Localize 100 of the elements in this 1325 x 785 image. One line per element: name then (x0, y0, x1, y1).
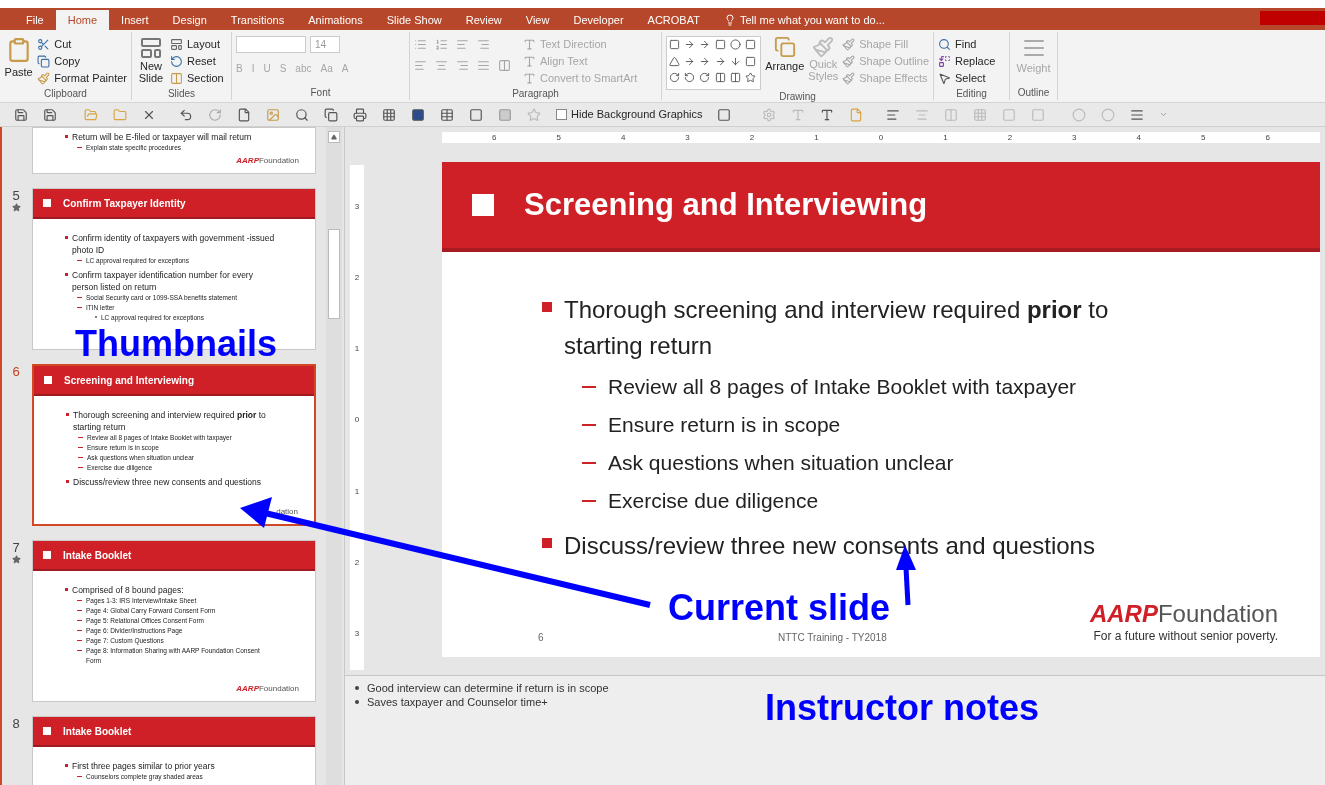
ribbon-tab[interactable]: Transitions (218, 10, 297, 30)
title-square-icon (472, 194, 494, 216)
ribbon-tab[interactable]: ACROBAT (635, 10, 712, 30)
bullet-text: Discuss/review three new consents and questions (73, 476, 262, 488)
ribbon-command[interactable]: Copy (37, 53, 127, 70)
save-as-icon[interactable] (43, 107, 57, 122)
bullet-text: Return will be E-filed or taxpayer will mail return (72, 131, 252, 143)
color-icon[interactable] (411, 107, 425, 122)
ribbon-command[interactable]: Layout (170, 36, 224, 53)
numbering-icon (435, 38, 448, 51)
text-tool-icon (523, 72, 536, 85)
thumbnail-logo: dation (276, 507, 298, 516)
shape-icon[interactable] (714, 39, 726, 50)
scrollbar-thumb[interactable] (328, 229, 340, 319)
ribbon-tab[interactable]: Review (453, 10, 514, 30)
scroll-up-icon[interactable] (328, 131, 340, 143)
ribbon-command[interactable]: Replace (938, 53, 996, 70)
copy-icon[interactable] (324, 107, 338, 122)
shape-icon[interactable] (745, 55, 756, 67)
dash-icon (77, 650, 82, 651)
ribbon-tab[interactable]: Animations (296, 10, 375, 30)
font-name-field[interactable] (236, 36, 306, 53)
bullets-icon (414, 38, 427, 51)
ribbon-tab[interactable]: Design (160, 10, 219, 30)
shape-icon[interactable] (745, 72, 756, 84)
thumbnail-title: Intake Booklet (63, 548, 132, 563)
title-square-icon (44, 376, 52, 384)
align-icon[interactable] (886, 107, 901, 122)
slide-number: 5 (12, 188, 20, 203)
shape-icon[interactable] (669, 72, 680, 84)
new-slide-button[interactable]: New Slide (136, 60, 166, 84)
ribbon-command[interactable]: Format Painter (37, 70, 127, 87)
dash-icon (582, 424, 596, 426)
shape-icon[interactable] (699, 39, 711, 50)
ribbon-command[interactable]: Cut (37, 36, 127, 53)
print-icon[interactable] (353, 107, 367, 122)
shape-icon[interactable] (729, 39, 741, 50)
shape-icon[interactable] (699, 55, 711, 67)
ribbon-tab[interactable]: Home (55, 10, 110, 30)
shape-icon[interactable] (699, 72, 711, 84)
slide-number: 6 (538, 631, 545, 645)
bullet-text: Discuss/review three new consents and questions (564, 531, 1095, 561)
table-icon[interactable] (440, 107, 454, 122)
justify-icon (477, 59, 490, 72)
print-preview-icon[interactable] (295, 107, 309, 122)
shape-icon[interactable] (684, 72, 696, 84)
slide-thumbnail[interactable] (32, 540, 316, 702)
group-label: Slides (166, 87, 197, 101)
ribbon-tab[interactable]: Insert (109, 10, 161, 30)
shape-icon[interactable] (729, 72, 741, 84)
frame-icon[interactable] (469, 107, 483, 122)
shape-icon[interactable] (745, 39, 756, 50)
undo-icon[interactable] (179, 107, 193, 122)
ribbon-command[interactable]: Section (170, 70, 224, 87)
ribbon-tab[interactable]: File (14, 10, 56, 30)
bullet-icon (65, 273, 68, 276)
dash-icon (77, 610, 82, 611)
ribbon-command[interactable]: Reset (170, 53, 224, 70)
thumbnail-title: Screening and Interviewing (64, 373, 195, 388)
line-weight-icon[interactable] (1130, 107, 1145, 122)
bullet-text: Confirm identity of taxpayers with government -issued photo ID (72, 232, 275, 256)
slide-number: 8 (12, 716, 20, 731)
note-text: Good interview can determine if return is in scope (367, 681, 609, 695)
animation-star-icon (11, 555, 21, 564)
ruler-number: 2 (354, 271, 360, 284)
slide-thumbnail[interactable] (32, 364, 316, 526)
font-size-icon[interactable] (820, 107, 835, 122)
shape-icon[interactable] (714, 72, 726, 84)
grid-icon[interactable] (382, 107, 396, 122)
save-icon[interactable] (14, 107, 28, 122)
new-file-icon[interactable] (237, 107, 251, 122)
checkbox[interactable] (556, 109, 567, 120)
shape-format-icon (842, 55, 856, 68)
star-icon[interactable] (527, 107, 541, 122)
paste-button[interactable]: Paste (4, 64, 33, 81)
shape-icon[interactable] (684, 39, 696, 50)
arrange-button[interactable]: Arrange (765, 58, 805, 75)
group-label: Font (309, 86, 332, 100)
group-label: Clipboard (43, 87, 88, 101)
slide-number: 6 (12, 364, 20, 379)
ribbon-command[interactable]: Select (938, 70, 996, 87)
bullet-icon (65, 135, 68, 138)
ribbon-tab[interactable]: View (513, 10, 562, 30)
shape-icon[interactable] (729, 55, 741, 67)
shapes-gallery[interactable] (666, 36, 762, 90)
shape-icon[interactable] (669, 55, 680, 67)
dash-icon (77, 630, 82, 631)
slide-number: 7 (12, 540, 20, 555)
group-label: Drawing (778, 90, 817, 104)
shape-format-icon (842, 38, 856, 51)
section-icon (170, 72, 183, 85)
shape-icon[interactable] (714, 55, 726, 67)
ribbon-command[interactable]: Find (938, 36, 996, 53)
shape-icon[interactable] (684, 55, 696, 67)
shape-icon[interactable] (669, 39, 680, 50)
ribbon-tab[interactable]: Developer (561, 10, 636, 30)
ruler-number: 1 (354, 343, 360, 356)
tell-me-field[interactable]: Tell me what you want to do... (739, 11, 885, 29)
ruler-number: 1 (354, 485, 360, 498)
ribbon-tab[interactable]: Slide Show (374, 10, 454, 30)
